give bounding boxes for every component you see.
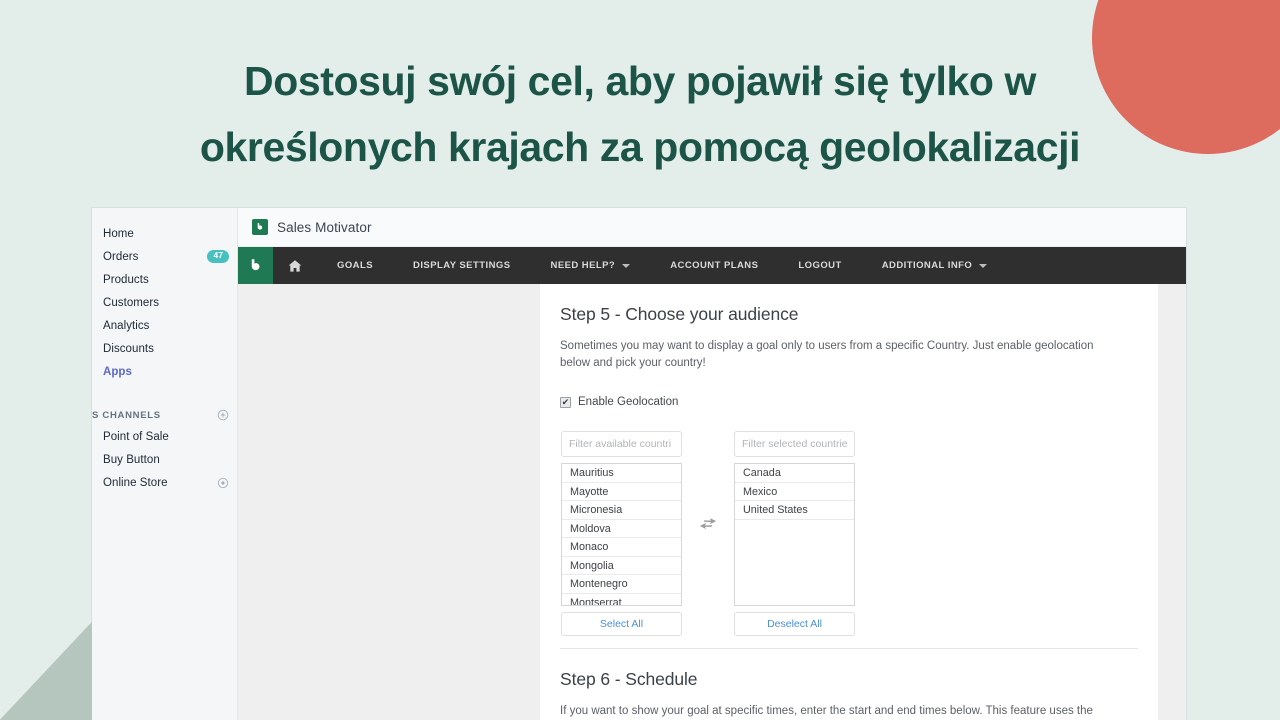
step5-section: Step 5 - Choose your audience Sometimes … <box>560 284 1138 649</box>
list-item[interactable]: Micronesia <box>562 501 681 520</box>
topnav-item-account-plans[interactable]: ACCOUNT PLANS <box>650 247 778 284</box>
sidebar-item-customers[interactable]: Customers <box>92 291 237 314</box>
step5-title: Step 5 - Choose your audience <box>560 304 799 324</box>
sidebar-item-label: Point of Sale <box>103 430 169 443</box>
sidebar-item-apps[interactable]: Apps <box>92 360 237 383</box>
topnav-item-label: DISPLAY SETTINGS <box>413 260 511 271</box>
enable-geolocation-row[interactable]: ✔ Enable Geolocation <box>560 396 1138 408</box>
step5-description: Sometimes you may want to display a goal… <box>560 340 1094 369</box>
list-item[interactable]: Moldova <box>562 520 681 538</box>
eye-icon[interactable] <box>217 477 229 489</box>
topnav-brand-logo[interactable] <box>238 247 273 284</box>
topnav-item-label: NEED HELP? <box>550 260 616 271</box>
sidebar-item-label: Analytics <box>103 319 150 332</box>
list-item[interactable]: Montenegro <box>562 575 681 594</box>
topnav-item-label: GOALS <box>337 260 374 271</box>
topnav-item-label: ADDITIONAL INFO <box>881 260 973 271</box>
selected-countries-picker: Filter selected countrie Canada Mexico U… <box>734 431 855 636</box>
list-item[interactable]: Mexico <box>735 483 854 501</box>
chevron-down-icon <box>622 263 631 268</box>
list-item[interactable]: Mayotte <box>562 483 681 501</box>
sidebar-item-discounts[interactable]: Discounts <box>92 337 237 360</box>
country-dual-picker: Filter available countri Mauritius Mayot… <box>560 431 1138 636</box>
selected-countries-list[interactable]: Canada Mexico United States <box>734 463 855 606</box>
app-titlebar: Sales Motivator <box>238 208 1186 247</box>
topnav-item-label: LOGOUT <box>798 260 842 271</box>
bold-b-logo-icon <box>252 219 268 235</box>
sidebar-item-orders[interactable]: Orders 47 <box>92 245 237 268</box>
decorative-triangle <box>0 620 94 720</box>
topnav-item-label: ACCOUNT PLANS <box>670 260 759 271</box>
canvas-right-gutter <box>1158 284 1186 720</box>
sidebar-item-point-of-sale[interactable]: Point of Sale <box>92 425 237 448</box>
sidebar-item-label: Products <box>103 273 149 286</box>
enable-geolocation-checkbox[interactable]: ✔ <box>560 396 571 408</box>
plus-circle-icon[interactable] <box>217 409 229 421</box>
app-canvas: Step 5 - Choose your audience Sometimes … <box>238 284 1186 720</box>
available-countries-filter-input[interactable]: Filter available countri <box>561 431 682 457</box>
select-all-button[interactable]: Select All <box>561 612 682 636</box>
sidebar-item-label: Home <box>103 227 134 240</box>
home-icon <box>288 259 302 272</box>
available-countries-picker: Filter available countri Mauritius Mayot… <box>561 431 682 636</box>
topnav-home-button[interactable] <box>273 247 317 284</box>
orders-count-badge: 47 <box>207 250 229 263</box>
page-title: Dostosuj swój cel, aby pojawił się tylko… <box>199 58 1081 170</box>
sidebar-section-label: ES CHANNELS <box>92 409 161 421</box>
sidebar-item-label: Buy Button <box>103 453 160 466</box>
list-item[interactable]: Canada <box>735 464 854 483</box>
sidebar-item-products[interactable]: Products <box>92 268 237 291</box>
content-card: Step 5 - Choose your audience Sometimes … <box>540 284 1158 720</box>
sidebar-item-label: Apps <box>103 365 132 378</box>
list-item[interactable]: United States <box>735 501 854 520</box>
sidebar-item-online-store[interactable]: Online Store <box>92 471 237 494</box>
sidebar-item-label: Customers <box>103 296 160 309</box>
sidebar: Home Orders 47 Products Customers Analyt… <box>92 208 238 720</box>
sidebar-section-sales-channels: ES CHANNELS <box>92 405 237 425</box>
app-title: Sales Motivator <box>277 219 372 235</box>
topnav-item-goals[interactable]: GOALS <box>317 247 393 284</box>
sidebar-item-label: Online Store <box>103 476 168 489</box>
list-item[interactable]: Monaco <box>562 538 681 557</box>
app-window: Home Orders 47 Products Customers Analyt… <box>92 208 1186 720</box>
canvas-left-gutter <box>238 284 540 720</box>
app-topnav: GOALS DISPLAY SETTINGS NEED HELP? ACCOUN… <box>238 247 1186 284</box>
sidebar-item-label: Discounts <box>103 342 154 355</box>
sidebar-item-label: Orders <box>103 250 139 263</box>
selected-countries-filter-input[interactable]: Filter selected countrie <box>734 431 855 457</box>
swap-horizontal-arrows-icon <box>682 431 734 530</box>
list-item[interactable]: Mauritius <box>562 464 681 483</box>
step6-section: Step 6 - Schedule If you want to show yo… <box>560 649 1138 720</box>
embedded-app: Sales Motivator GOALS DISPLAY SETTINGS N… <box>238 208 1186 720</box>
topnav-item-additional-info[interactable]: ADDITIONAL INFO <box>862 247 1008 284</box>
sidebar-item-home[interactable]: Home <box>92 222 237 245</box>
list-item[interactable]: Mongolia <box>562 557 681 575</box>
step6-title: Step 6 - Schedule <box>560 669 698 689</box>
step6-description: If you want to show your goal at specifi… <box>560 705 1093 717</box>
sidebar-item-buy-button[interactable]: Buy Button <box>92 448 237 471</box>
topnav-item-display-settings[interactable]: DISPLAY SETTINGS <box>393 247 530 284</box>
sidebar-item-analytics[interactable]: Analytics <box>92 314 237 337</box>
available-countries-list[interactable]: Mauritius Mayotte Micronesia Moldova Mon… <box>561 463 682 606</box>
topnav-item-need-help[interactable]: NEED HELP? <box>531 247 651 284</box>
deselect-all-button[interactable]: Deselect All <box>734 612 855 636</box>
enable-geolocation-label: Enable Geolocation <box>578 396 679 408</box>
topnav-item-logout[interactable]: LOGOUT <box>778 247 861 284</box>
chevron-down-icon <box>979 263 988 268</box>
list-item[interactable]: Montserrat <box>562 594 681 606</box>
bold-b-logo-icon <box>251 259 260 271</box>
